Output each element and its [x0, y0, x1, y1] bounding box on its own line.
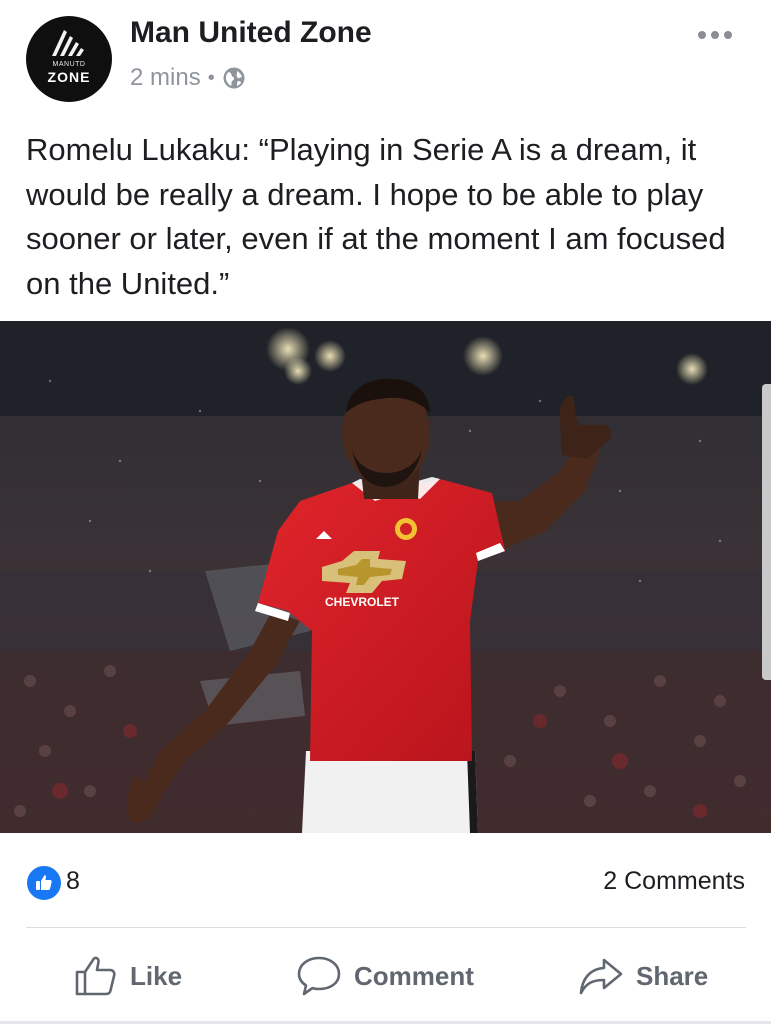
more-options-button[interactable] — [690, 22, 740, 48]
post-header: MANUTD ZONE Man United Zone 2 mins • — [0, 0, 771, 120]
comments-count-link[interactable]: 2 Comments — [603, 867, 745, 896]
thumbs-up-icon — [36, 875, 52, 890]
like-icon — [75, 956, 116, 996]
more-dot — [724, 31, 732, 39]
like-button[interactable]: Like — [74, 940, 182, 1012]
like-count[interactable]: 8 — [66, 867, 80, 896]
more-dots-icon — [698, 31, 706, 39]
meta-separator: • — [207, 66, 215, 89]
shirt-sponsor-text: CHEVROLET — [325, 595, 400, 609]
share-button[interactable]: Share — [578, 940, 708, 1012]
post-photo[interactable]: CHEVROLET — [0, 321, 771, 833]
post-actions: Like Comment Share — [0, 940, 771, 1012]
comment-button[interactable]: Comment — [296, 940, 474, 1012]
globe-icon — [223, 67, 245, 89]
avatar-big-text: ZONE — [47, 69, 91, 85]
post-time[interactable]: 2 mins — [130, 64, 201, 92]
like-reaction-icon[interactable] — [26, 865, 62, 901]
comment-label: Comment — [354, 960, 474, 991]
post-text: Romelu Lukaku: “Playing in Serie A is a … — [26, 132, 726, 301]
divider — [26, 927, 746, 928]
page-name-link[interactable]: Man United Zone — [130, 16, 372, 50]
post-stats: 8 2 Comments — [0, 853, 771, 909]
player-photo: CHEVROLET — [0, 321, 771, 833]
page-avatar[interactable]: MANUTD ZONE — [26, 16, 112, 102]
more-dot — [711, 31, 719, 39]
logo-mark-icon — [52, 30, 84, 56]
post-meta: 2 mins • — [130, 64, 246, 92]
share-label: Share — [636, 960, 709, 991]
avatar-small-text: MANUTD — [52, 61, 86, 68]
share-icon — [579, 958, 623, 995]
scrollbar-handle[interactable] — [762, 384, 771, 680]
comment-icon — [297, 956, 341, 996]
like-label: Like — [130, 960, 183, 991]
